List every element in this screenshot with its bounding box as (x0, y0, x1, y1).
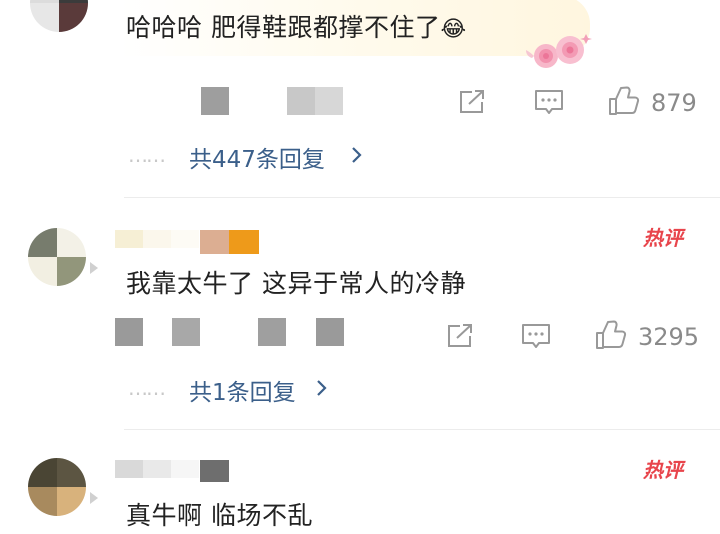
pixelated-meta (316, 318, 344, 346)
comment-text: 我靠太牛了 这异于常人的冷静 (126, 269, 466, 298)
comment-icon[interactable] (521, 323, 551, 351)
avatar-badge (90, 492, 98, 504)
hot-comment-badge: 热评 (643, 226, 683, 250)
like-count: 879 (651, 89, 697, 117)
comment-icon[interactable] (534, 89, 564, 117)
pixelated-meta (258, 318, 286, 346)
laugh-cry-emoji: 😂 (440, 17, 467, 42)
avatar[interactable] (30, 0, 88, 32)
pixelated-meta (287, 87, 315, 115)
view-replies-link[interactable]: 共447条回复 (189, 140, 325, 174)
divider (124, 197, 720, 198)
pixelated-meta (115, 318, 143, 346)
chevron-right-icon[interactable] (350, 145, 364, 165)
share-icon[interactable] (446, 323, 474, 349)
comment-text: 哈哈哈 肥得鞋跟都撑不住了😂 (126, 8, 467, 44)
pixelated-nickname (229, 230, 259, 254)
reply-link-text: 共1条回复 (189, 380, 296, 406)
comment-text-content: 哈哈哈 肥得鞋跟都撑不住了 (126, 13, 441, 42)
divider (124, 429, 720, 430)
pixelated-meta (201, 87, 229, 115)
pixelated-nickname (143, 230, 171, 248)
pixelated-nickname (143, 460, 171, 478)
avatar[interactable] (28, 458, 86, 516)
comment-text: 真牛啊 临场不乱 (126, 501, 313, 530)
dots-icon: …… (128, 143, 166, 167)
dots-icon: …… (128, 376, 166, 400)
like-count: 3295 (638, 323, 700, 351)
pixelated-meta (315, 87, 343, 115)
pixelated-nickname (171, 460, 199, 478)
rose-decoration-icon (526, 34, 592, 68)
hot-comment-badge: 热评 (643, 458, 683, 482)
chevron-right-icon[interactable] (315, 378, 329, 398)
pixelated-nickname (200, 460, 229, 482)
view-replies-link[interactable]: 共1条回复 (189, 373, 296, 407)
pixelated-nickname (115, 460, 143, 478)
avatar-badge (90, 262, 98, 274)
pixelated-nickname (200, 230, 229, 254)
pixelated-nickname (115, 230, 143, 248)
pixelated-nickname (171, 230, 199, 248)
pixelated-meta (172, 318, 200, 346)
share-icon[interactable] (458, 89, 486, 115)
thumbs-up-icon[interactable] (595, 320, 627, 350)
thumbs-up-icon[interactable] (608, 86, 640, 116)
reply-link-text: 共447条回复 (189, 147, 325, 173)
avatar[interactable] (28, 228, 86, 286)
